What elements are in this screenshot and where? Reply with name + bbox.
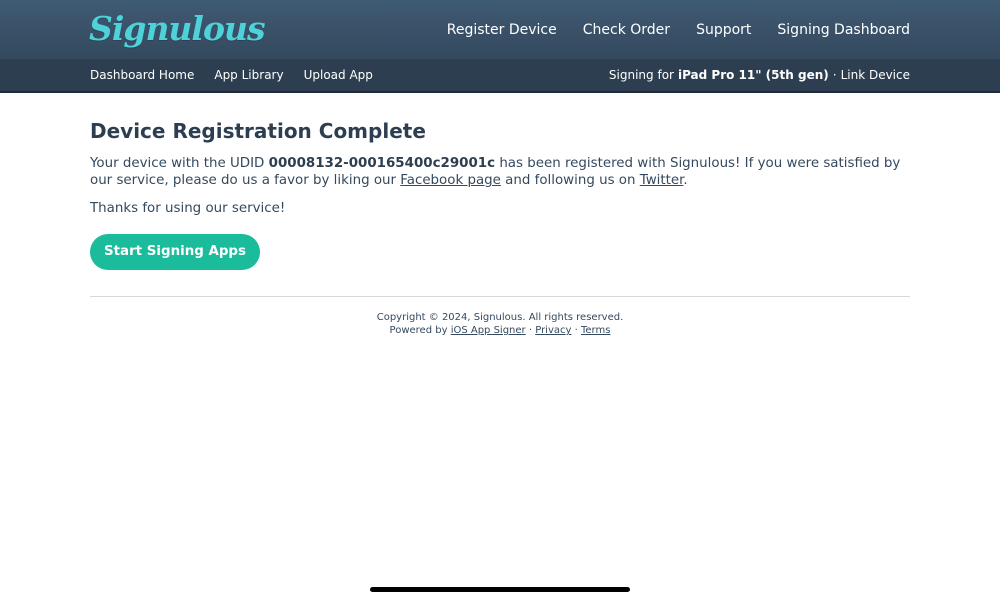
top-header: Signulous Register Device Check Order Su… [0,0,1000,59]
registration-message: Your device with the UDID 00008132-00016… [90,155,910,189]
footer: Copyright © 2024, Signulous. All rights … [0,311,1000,337]
subnav-dashboard-home[interactable]: Dashboard Home [90,68,194,82]
sub-nav: Dashboard Home App Library Upload App [90,59,393,91]
message-text-4: . [683,173,688,188]
nav-signing-dashboard[interactable]: Signing Dashboard [777,22,910,38]
signulous-logo[interactable]: Signulous [89,6,266,56]
ios-app-signer-link[interactable]: iOS App Signer [451,325,526,336]
separator: · [832,68,837,82]
powered-by-label: Powered by [389,325,448,336]
message-text-3: and following us on [505,173,636,188]
udid-value: 00008132-000165400c29001c [268,156,496,171]
copyright-text: Copyright © 2024, Signulous. All rights … [376,312,624,323]
signing-device-info: Signing for iPad Pro 11" (5th gen) · Lin… [609,59,910,91]
facebook-page-link[interactable]: Facebook page [400,173,501,188]
message-text-1: Your device with the UDID [90,156,265,171]
footer-separator: · [528,325,533,336]
nav-check-order[interactable]: Check Order [583,22,670,38]
link-device-link[interactable]: Link Device [841,68,910,82]
main-nav: Register Device Check Order Support Sign… [421,0,910,59]
footer-links: Powered by iOS App Signer · Privacy · Te… [0,324,1000,337]
footer-separator: · [574,325,578,336]
signing-for-label: Signing for [608,68,674,82]
sub-header: Dashboard Home App Library Upload App Si… [0,59,1000,93]
nav-support[interactable]: Support [696,22,751,38]
footer-divider [90,296,910,297]
subnav-app-library[interactable]: App Library [214,68,283,82]
thanks-message: Thanks for using our service! [90,201,286,216]
main-content: Device Registration Complete Your device… [90,115,910,270]
page-title: Device Registration Complete [90,119,426,143]
subnav-upload-app[interactable]: Upload App [304,68,373,82]
nav-register-device[interactable]: Register Device [447,22,557,38]
home-indicator[interactable] [370,587,630,592]
device-name: iPad Pro 11" (5th gen) [677,68,829,82]
privacy-link[interactable]: Privacy [535,325,571,336]
terms-link[interactable]: Terms [581,325,610,336]
twitter-link[interactable]: Twitter [640,173,684,188]
start-signing-apps-button[interactable]: Start Signing Apps [90,234,260,270]
